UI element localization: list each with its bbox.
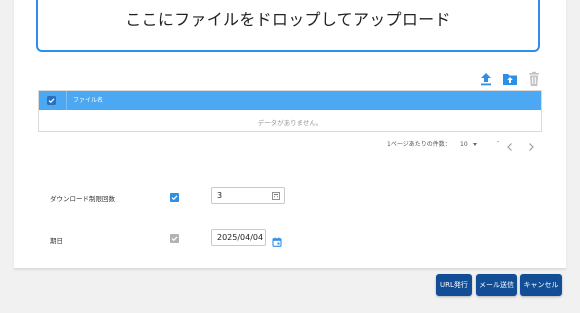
upload-icon[interactable] xyxy=(478,71,494,87)
due-date-label: 期日 xyxy=(50,237,63,245)
next-page-icon[interactable] xyxy=(526,137,536,151)
chevron-down-icon xyxy=(472,142,477,146)
file-dropzone[interactable]: ここにファイルをドロップしてアップロード xyxy=(36,0,540,52)
column-divider xyxy=(66,91,67,110)
download-limit-input[interactable]: 3 xyxy=(211,187,285,204)
calendar-icon[interactable] xyxy=(272,232,282,251)
send-mail-button[interactable]: メール送信 xyxy=(476,274,517,296)
table-header: ファイル名 xyxy=(39,91,541,110)
file-table: ファイル名 データがありません。 xyxy=(38,90,542,132)
column-header-filename[interactable]: ファイル名 xyxy=(73,95,103,104)
dropzone-text: ここにファイルをドロップしてアップロード xyxy=(125,10,451,29)
cancel-button[interactable]: キャンセル xyxy=(520,274,562,296)
empty-message: データがありません。 xyxy=(257,119,323,127)
folder-upload-icon[interactable] xyxy=(502,71,518,87)
download-limit-label: ダウンロード制限回数 xyxy=(50,195,115,203)
issue-url-button[interactable]: URL発行 xyxy=(436,274,472,296)
due-date-checkbox[interactable] xyxy=(170,234,179,243)
page-range: - xyxy=(497,138,500,145)
select-all-checkbox[interactable] xyxy=(47,96,56,105)
download-limit-value: 3 xyxy=(217,191,223,200)
trash-icon[interactable] xyxy=(526,71,542,87)
upload-panel: ここにファイルをドロップしてアップロード ファイル名 データがありません。 1ペ… xyxy=(14,0,566,269)
calculator-icon xyxy=(272,192,280,202)
file-toolbar xyxy=(476,71,556,89)
rows-per-page-select[interactable]: 10 xyxy=(460,137,477,151)
due-date-value: 2025/04/04 xyxy=(217,233,264,242)
download-limit-checkbox[interactable] xyxy=(170,193,179,202)
rows-per-page-label: 1ページあたりの件数： xyxy=(387,141,451,148)
rows-per-page-value: 10 xyxy=(460,140,468,148)
prev-page-icon[interactable] xyxy=(505,137,515,151)
due-date-input[interactable]: 2025/04/04 xyxy=(211,229,266,246)
